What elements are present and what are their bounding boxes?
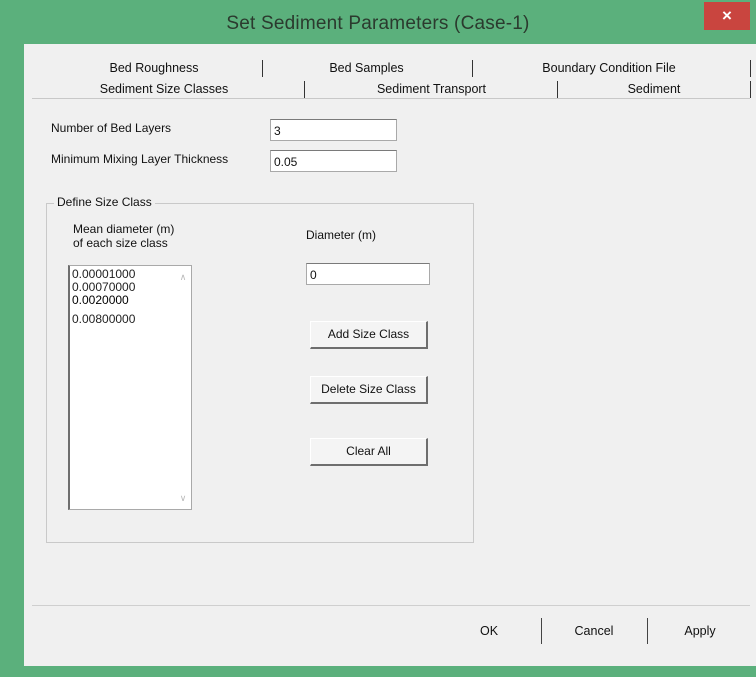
clear-all-button[interactable]: Clear All (310, 438, 428, 466)
size-class-label: of each size class (73, 236, 168, 250)
button-separator (541, 618, 542, 644)
mixing-layer-input[interactable]: 0.05 (270, 150, 397, 172)
tab-bed-roughness[interactable]: Bed Roughness (44, 58, 264, 78)
mean-diameter-label: Mean diameter (m) (73, 222, 175, 236)
delete-size-class-button[interactable]: Delete Size Class (310, 376, 428, 404)
list-item[interactable]: 0.00800000 (70, 313, 191, 326)
button-separator (647, 618, 648, 644)
footer-divider (32, 605, 750, 606)
diameter-label: Diameter (m) (306, 228, 377, 242)
dialog-window: Set Sediment Parameters (Case-1) × Bed R… (0, 0, 756, 677)
cancel-button[interactable]: Cancel (544, 616, 644, 646)
bed-layers-input[interactable]: 3 (270, 119, 397, 141)
tab-sediment[interactable]: Sediment (564, 79, 744, 99)
window-title: Set Sediment Parameters (Case-1) (226, 13, 530, 34)
apply-button[interactable]: Apply (650, 616, 750, 646)
size-class-group-title: Define Size Class (54, 195, 155, 209)
title-bar[interactable]: Set Sediment Parameters (Case-1) × (0, 0, 756, 44)
list-item[interactable]: 0.0020000 (70, 294, 191, 307)
tab-separator (262, 60, 263, 77)
diameter-input[interactable]: 0 (306, 263, 430, 285)
dialog-body: Bed Roughness Bed Samples Boundary Condi… (24, 44, 756, 666)
tab-separator (750, 81, 751, 98)
tab-row-top: Bed Roughness Bed Samples Boundary Condi… (24, 58, 756, 78)
tab-panel: Number of Bed Layers 3 Minimum Mixing La… (32, 98, 750, 599)
tab-bed-samples[interactable]: Bed Samples (264, 58, 469, 78)
tab-separator (472, 60, 473, 77)
tab-sediment-size-classes[interactable]: Sediment Size Classes (44, 79, 284, 99)
tab-boundary-condition-file[interactable]: Boundary Condition File (474, 58, 744, 78)
scroll-up-arrow-icon[interactable]: ∧ (177, 272, 189, 282)
tab-sediment-transport[interactable]: Sediment Transport (309, 79, 554, 99)
tab-separator (750, 60, 751, 77)
close-button[interactable]: × (704, 2, 750, 30)
tab-separator (304, 81, 305, 98)
bed-layers-label: Number of Bed Layers (51, 121, 172, 135)
ok-button[interactable]: OK (449, 616, 529, 646)
scroll-down-arrow-icon[interactable]: ∨ (177, 493, 189, 503)
size-class-list[interactable]: 0.00001000 0.00070000 0.0020000 0.008000… (68, 265, 192, 510)
tab-separator (557, 81, 558, 98)
mixing-layer-label: Minimum Mixing Layer Thickness (51, 152, 229, 166)
add-size-class-button[interactable]: Add Size Class (310, 321, 428, 349)
tab-row-bottom: Sediment Size Classes Sediment Transport… (24, 79, 756, 99)
